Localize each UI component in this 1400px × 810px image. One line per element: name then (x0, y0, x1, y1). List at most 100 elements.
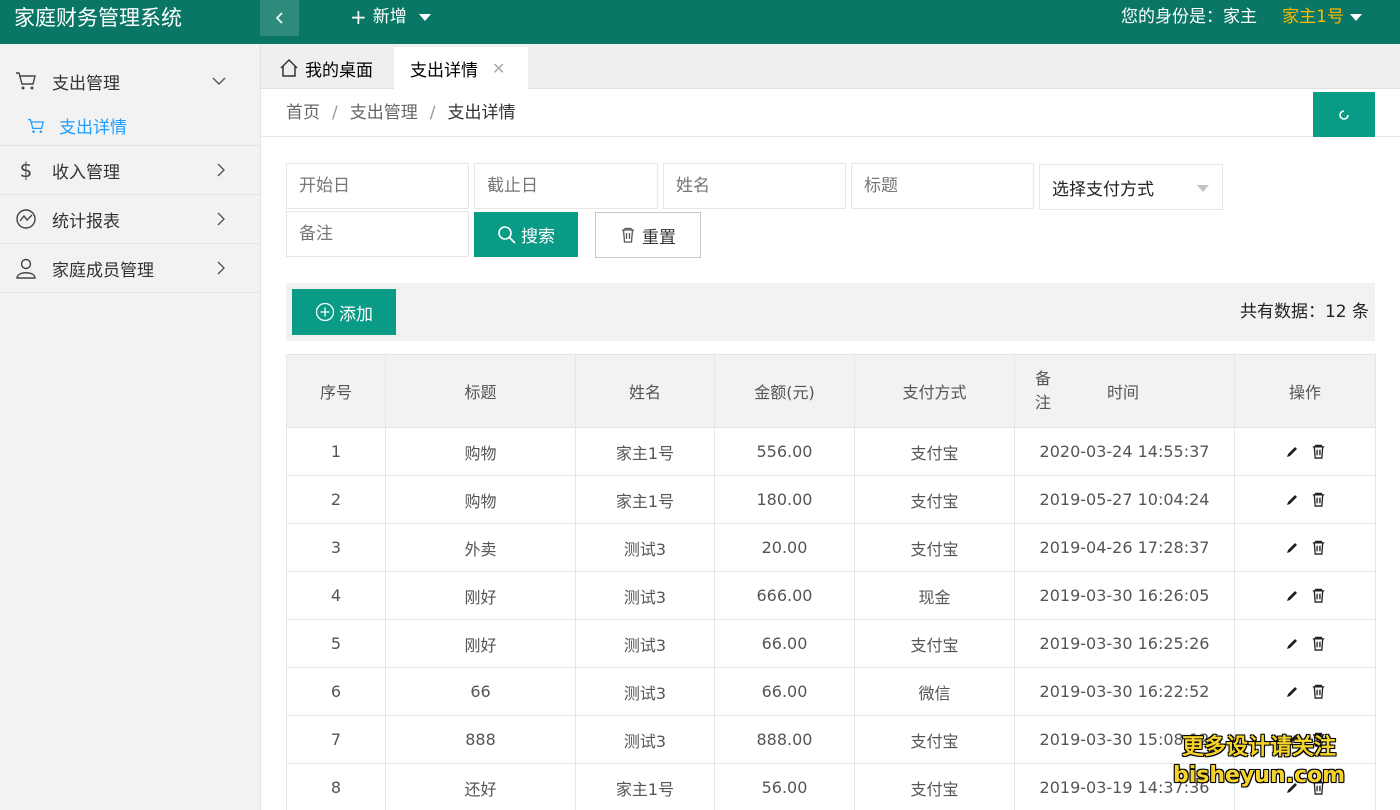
sidebar-collapse-button[interactable] (260, 0, 299, 36)
cell-name: 测试3 (575, 715, 715, 764)
column-header-note: 备注 (1034, 369, 1051, 412)
caret-down-icon (1197, 185, 1209, 192)
trash-icon[interactable] (1310, 492, 1326, 508)
tab-label: 支出详情 (410, 60, 478, 81)
trash-icon[interactable] (1310, 732, 1326, 748)
cell-method: 支付宝 (854, 619, 1015, 668)
column-header-amount: 金额(元) (714, 354, 855, 428)
table-row: 4 刚好 测试3 666.00 现金 2019-03-30 16:26:05 (286, 571, 1376, 620)
sidebar-item-label: 统计报表 (52, 211, 120, 232)
note-input[interactable] (286, 211, 469, 257)
add-new-label: 新增 (372, 7, 407, 27)
breadcrumb-current: 支出详情 (447, 103, 516, 123)
close-icon[interactable]: ✕ (492, 59, 505, 78)
sidebar-item-expense[interactable]: 支出管理 (0, 44, 260, 118)
refresh-button[interactable] (1313, 92, 1375, 137)
start-date-input[interactable] (286, 163, 469, 209)
row-actions (1235, 444, 1375, 460)
add-button-label: 添加 (339, 304, 373, 325)
edit-icon[interactable] (1284, 636, 1300, 652)
trash-icon[interactable] (1310, 444, 1326, 460)
cell-time: 2019-05-27 10:04:24 (1014, 475, 1235, 524)
chevron-down-icon (212, 77, 226, 85)
edit-icon[interactable] (1284, 444, 1300, 460)
edit-icon[interactable] (1284, 492, 1300, 508)
search-button-label: 搜索 (521, 227, 555, 247)
cell-amount: 66.00 (714, 667, 855, 716)
trash-icon[interactable] (1310, 540, 1326, 556)
table-toolbar: 添加 共有数据：12 条 (286, 283, 1375, 341)
user-icon (14, 256, 38, 280)
table-row: 2 购物 家主1号 180.00 支付宝 2019-05-27 10:04:24 (286, 475, 1376, 524)
title-input[interactable] (851, 163, 1034, 209)
tab-home[interactable]: 我的桌面 (279, 47, 373, 89)
trash-icon[interactable] (1310, 588, 1326, 604)
edit-icon[interactable] (1284, 684, 1300, 700)
cell-name: 家主1号 (575, 763, 715, 810)
edit-icon[interactable] (1284, 540, 1300, 556)
trash-icon[interactable] (1310, 780, 1326, 796)
end-date-input[interactable] (474, 163, 658, 209)
cell-name: 测试3 (575, 667, 715, 716)
user-menu[interactable]: 家主1号 (1282, 0, 1362, 34)
search-icon (498, 225, 516, 244)
edit-icon[interactable] (1284, 780, 1300, 796)
add-new-menu[interactable]: + 新增 (350, 0, 431, 34)
table-row: 8 还好 家主1号 56.00 支付宝 2019-03-19 14:37:36 (286, 763, 1376, 810)
cart-icon (14, 69, 38, 93)
home-icon (280, 58, 298, 77)
row-actions (1235, 732, 1375, 748)
cell-name: 测试3 (575, 619, 715, 668)
cell-time: 2019-03-19 14:37:36 (1014, 763, 1235, 810)
tab-label: 我的桌面 (305, 60, 373, 81)
cell-method: 支付宝 (854, 763, 1015, 810)
breadcrumb-separator: / (332, 103, 338, 123)
breadcrumb-home[interactable]: 首页 (286, 103, 320, 123)
cell-index: 1 (286, 427, 386, 476)
chevron-right-icon (217, 261, 225, 275)
cell-time: 2019-03-30 15:08:12 (1014, 715, 1235, 764)
sidebar-item-reports[interactable]: 统计报表 (0, 195, 260, 244)
sidebar-item-label: 收入管理 (52, 162, 120, 183)
sidebar-item-income[interactable]: $ 收入管理 (0, 146, 260, 195)
reset-button[interactable]: 重置 (595, 212, 701, 258)
row-actions (1235, 540, 1375, 556)
caret-down-icon (418, 13, 431, 21)
edit-icon[interactable] (1284, 588, 1300, 604)
cell-amount: 20.00 (714, 523, 855, 572)
cell-amount: 56.00 (714, 763, 855, 810)
plus-circle-icon (315, 302, 335, 322)
cell-method: 支付宝 (854, 523, 1015, 572)
tab-expense-detail[interactable]: 支出详情 ✕ (394, 47, 528, 89)
add-button[interactable]: 添加 (292, 289, 396, 335)
cell-index: 3 (286, 523, 386, 572)
trash-icon[interactable] (1310, 636, 1326, 652)
name-input[interactable] (663, 163, 846, 209)
cell-ops (1234, 427, 1376, 476)
cell-amount: 556.00 (714, 427, 855, 476)
column-header-time: 时间 (1107, 383, 1140, 402)
breadcrumb-parent[interactable]: 支出管理 (350, 103, 418, 123)
table-row: 1 购物 家主1号 556.00 支付宝 2020-03-24 14:55:37 (286, 427, 1376, 476)
sidebar-item-members[interactable]: 家庭成员管理 (0, 244, 260, 293)
cell-index: 6 (286, 667, 386, 716)
cell-name: 家主1号 (575, 475, 715, 524)
dollar-icon: $ (19, 158, 33, 182)
edit-icon[interactable] (1284, 732, 1300, 748)
trash-icon[interactable] (1310, 684, 1326, 700)
cell-index: 8 (286, 763, 386, 810)
pay-method-select[interactable]: 选择支付方式 (1039, 164, 1223, 210)
refresh-icon (1339, 109, 1349, 120)
top-header: 家庭财务管理系统 + 新增 您的身份是：家主 家主1号 (0, 0, 1400, 44)
cell-name: 测试3 (575, 571, 715, 620)
search-button[interactable]: 搜索 (474, 212, 578, 257)
column-header-ops: 操作 (1234, 354, 1376, 428)
cell-amount: 666.00 (714, 571, 855, 620)
cell-ops (1234, 763, 1376, 810)
cell-method: 现金 (854, 571, 1015, 620)
table-row: 7 888 测试3 888.00 支付宝 2019-03-30 15:08:12 (286, 715, 1376, 764)
cell-title: 外卖 (385, 523, 576, 572)
cell-ops (1234, 667, 1376, 716)
cell-time: 2019-03-30 16:25:26 (1014, 619, 1235, 668)
cell-amount: 66.00 (714, 619, 855, 668)
